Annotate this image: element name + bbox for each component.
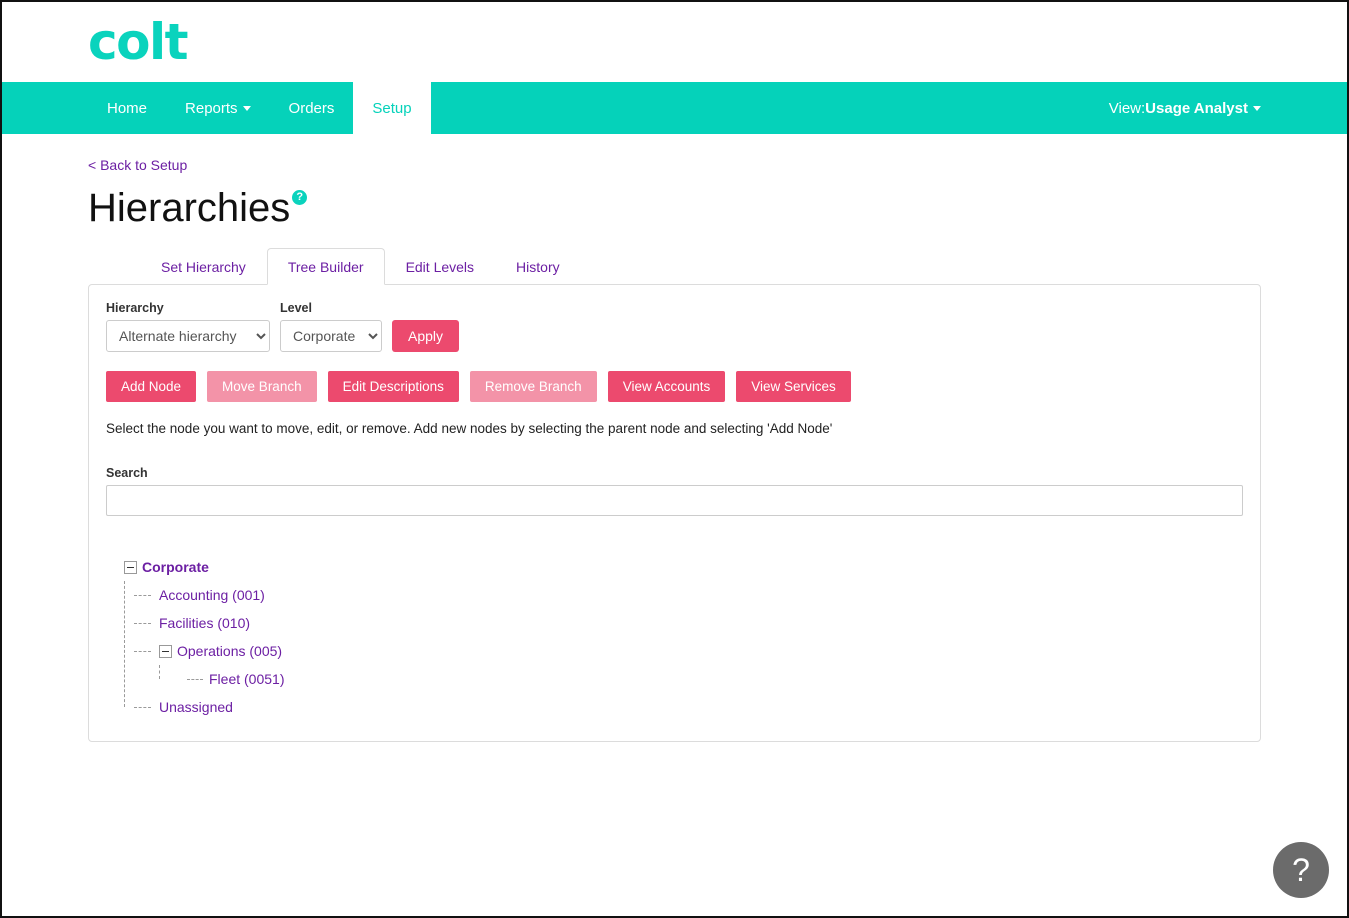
view-selector-prefix: View: bbox=[1108, 99, 1146, 117]
add-node-button[interactable]: Add Node bbox=[106, 371, 197, 402]
level-field: Level Corporate bbox=[280, 301, 382, 352]
page-title: Hierarchies bbox=[88, 186, 291, 230]
colt-logo[interactable]: colt bbox=[88, 17, 189, 67]
tree-node-unassigned[interactable]: Unassigned bbox=[159, 693, 1243, 721]
tree-node-unassigned-label[interactable]: Unassigned bbox=[159, 699, 233, 715]
hierarchy-select[interactable]: Alternate hierarchy bbox=[106, 320, 270, 352]
search-input[interactable] bbox=[106, 485, 1243, 516]
page-title-wrap: Hierarchies ? bbox=[88, 188, 1261, 228]
view-selector[interactable]: View: Usage Analyst bbox=[1109, 82, 1347, 134]
nav-item-setup-label: Setup bbox=[372, 99, 412, 117]
tree-node-facilities-label[interactable]: Facilities (010) bbox=[159, 615, 250, 631]
tree-node-operations[interactable]: Operations (005) bbox=[159, 637, 1243, 665]
edit-descriptions-button[interactable]: Edit Descriptions bbox=[327, 371, 459, 402]
hierarchy-tree: Corporate Accounting (001) Facilities (0… bbox=[106, 553, 1243, 721]
tree-node-row: Operations (005) Fleet (0051) bbox=[134, 637, 1243, 693]
view-accounts-button[interactable]: View Accounts bbox=[607, 371, 726, 402]
instruction-text: Select the node you want to move, edit, … bbox=[106, 421, 833, 436]
main-navigation: Home Reports Orders Setup View: Usage An… bbox=[2, 82, 1347, 134]
nav-item-setup[interactable]: Setup bbox=[353, 82, 431, 134]
apply-button[interactable]: Apply bbox=[392, 320, 460, 352]
nav-item-reports[interactable]: Reports bbox=[166, 82, 270, 134]
tree-children-operations: Fleet (0051) bbox=[159, 665, 1243, 693]
level-select[interactable]: Corporate bbox=[280, 320, 382, 352]
filter-row: Hierarchy Alternate hierarchy Level Corp… bbox=[106, 301, 1243, 352]
remove-branch-button[interactable]: Remove Branch bbox=[469, 371, 597, 402]
tree-node-corporate-label[interactable]: Corporate bbox=[142, 559, 209, 575]
tree-node-facilities[interactable]: Facilities (010) bbox=[159, 609, 1243, 637]
tree-node-row: Fleet (0051) bbox=[187, 665, 1243, 693]
action-buttons: Add Node Move Branch Edit Descriptions R… bbox=[106, 371, 1243, 402]
tab-tree-builder[interactable]: Tree Builder bbox=[266, 248, 385, 285]
collapse-toggle-icon[interactable] bbox=[159, 644, 172, 658]
tab-bar: Set Hierarchy Tree Builder Edit Levels H… bbox=[88, 248, 1261, 285]
nav-item-home[interactable]: Home bbox=[88, 82, 166, 134]
tree-node-row: Unassigned bbox=[134, 693, 1243, 721]
tab-history[interactable]: History bbox=[495, 248, 581, 285]
nav-item-orders-label: Orders bbox=[288, 99, 335, 117]
nav-item-home-label: Home bbox=[107, 99, 148, 117]
tab-edit-levels[interactable]: Edit Levels bbox=[385, 248, 495, 285]
view-services-button[interactable]: View Services bbox=[736, 371, 851, 402]
chevron-down-icon bbox=[1253, 105, 1261, 111]
nav-item-reports-label: Reports bbox=[185, 99, 238, 117]
nav-item-orders[interactable]: Orders bbox=[270, 82, 354, 134]
tree-builder-panel: Hierarchy Alternate hierarchy Level Corp… bbox=[88, 284, 1261, 742]
tree-children-corporate: Accounting (001) Facilities (010) Operat… bbox=[124, 581, 1243, 721]
application-window: colt Home Reports Orders Setup View: Usa… bbox=[0, 0, 1349, 918]
tree-node-fleet[interactable]: Fleet (0051) bbox=[209, 665, 1243, 693]
tree-node-row: Accounting (001) bbox=[134, 581, 1243, 609]
level-label: Level bbox=[280, 301, 312, 315]
search-label: Search bbox=[106, 466, 148, 480]
chevron-down-icon bbox=[242, 105, 251, 111]
help-fab-button[interactable]: ? bbox=[1273, 842, 1329, 898]
hierarchy-label: Hierarchy bbox=[106, 301, 164, 315]
hierarchy-field: Hierarchy Alternate hierarchy bbox=[106, 301, 270, 352]
tree-node-accounting-label[interactable]: Accounting (001) bbox=[159, 587, 265, 603]
page-content: < Back to Setup Hierarchies ? Set Hierar… bbox=[2, 134, 1347, 742]
nav-items: Home Reports Orders Setup bbox=[88, 82, 431, 134]
tree-node-fleet-label[interactable]: Fleet (0051) bbox=[209, 671, 284, 687]
tree-node-row: Facilities (010) bbox=[134, 609, 1243, 637]
search-block: Search bbox=[106, 466, 1243, 516]
tab-set-hierarchy[interactable]: Set Hierarchy bbox=[140, 248, 267, 285]
back-to-setup-link[interactable]: < Back to Setup bbox=[88, 157, 187, 173]
collapse-toggle-icon[interactable] bbox=[124, 560, 137, 574]
view-selector-value: Usage Analyst bbox=[1145, 99, 1248, 117]
tree-node-accounting[interactable]: Accounting (001) bbox=[159, 581, 1243, 609]
move-branch-button[interactable]: Move Branch bbox=[207, 371, 317, 402]
tree-node-corporate[interactable]: Corporate bbox=[124, 553, 1243, 581]
tree-node-operations-label[interactable]: Operations (005) bbox=[177, 643, 282, 659]
logo-bar: colt bbox=[2, 2, 1347, 82]
help-icon[interactable]: ? bbox=[292, 190, 308, 205]
